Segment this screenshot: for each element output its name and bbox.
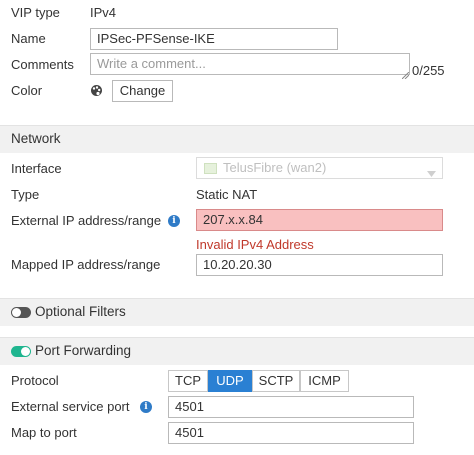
- external-service-port-label: External service port: [11, 399, 130, 414]
- name-label: Name: [11, 31, 46, 46]
- optional-filters-label: Optional Filters: [35, 304, 126, 319]
- map-to-port-label: Map to port: [11, 425, 77, 440]
- external-service-port-input[interactable]: 4501: [168, 396, 414, 418]
- protocol-sctp-button[interactable]: SCTP: [252, 370, 300, 392]
- network-section-header: Network: [0, 125, 474, 153]
- protocol-tcp-button[interactable]: TCP: [168, 370, 208, 392]
- name-input[interactable]: IPSec-PFSense-IKE: [90, 28, 338, 50]
- network-section-title: Network: [11, 131, 61, 146]
- palette-icon: [90, 84, 103, 97]
- port-forwarding-label: Port Forwarding: [35, 343, 132, 358]
- interface-label: Interface: [11, 161, 62, 176]
- vip-type-value: IPv4: [90, 5, 117, 20]
- mapped-ip-input[interactable]: 10.20.20.30: [196, 254, 443, 276]
- optional-filters-toggle[interactable]: [11, 307, 31, 318]
- protocol-udp-button[interactable]: UDP: [208, 370, 252, 392]
- info-icon[interactable]: i: [168, 215, 180, 227]
- interface-port-icon: [204, 162, 217, 174]
- comments-textarea[interactable]: Write a comment...: [90, 53, 410, 75]
- external-ip-error: Invalid IPv4 Address: [196, 237, 314, 252]
- protocol-icmp-button[interactable]: ICMP: [300, 370, 349, 392]
- resize-handle-icon[interactable]: [401, 67, 410, 80]
- interface-select: TelusFibre (wan2): [196, 157, 443, 179]
- protocol-label: Protocol: [11, 373, 59, 388]
- chevron-down-icon: [427, 165, 436, 177]
- port-forwarding-header: Port Forwarding: [0, 337, 474, 365]
- optional-filters-header: Optional Filters: [0, 298, 474, 326]
- vip-type-label: VIP type: [11, 5, 60, 20]
- comments-label: Comments: [11, 57, 74, 72]
- interface-value: TelusFibre (wan2): [223, 160, 327, 175]
- type-value: Static NAT: [196, 187, 258, 202]
- mapped-ip-label: Mapped IP address/range: [11, 257, 161, 272]
- info-icon[interactable]: i: [140, 401, 152, 413]
- external-ip-input[interactable]: 207.x.x.84: [196, 209, 443, 231]
- comments-counter: 0/255: [412, 63, 445, 78]
- change-color-button[interactable]: Change: [112, 80, 173, 102]
- color-label: Color: [11, 83, 43, 98]
- map-to-port-input[interactable]: 4501: [168, 422, 414, 444]
- external-ip-label: External IP address/range: [11, 213, 162, 228]
- type-label: Type: [11, 187, 40, 202]
- port-forwarding-toggle[interactable]: [11, 346, 31, 357]
